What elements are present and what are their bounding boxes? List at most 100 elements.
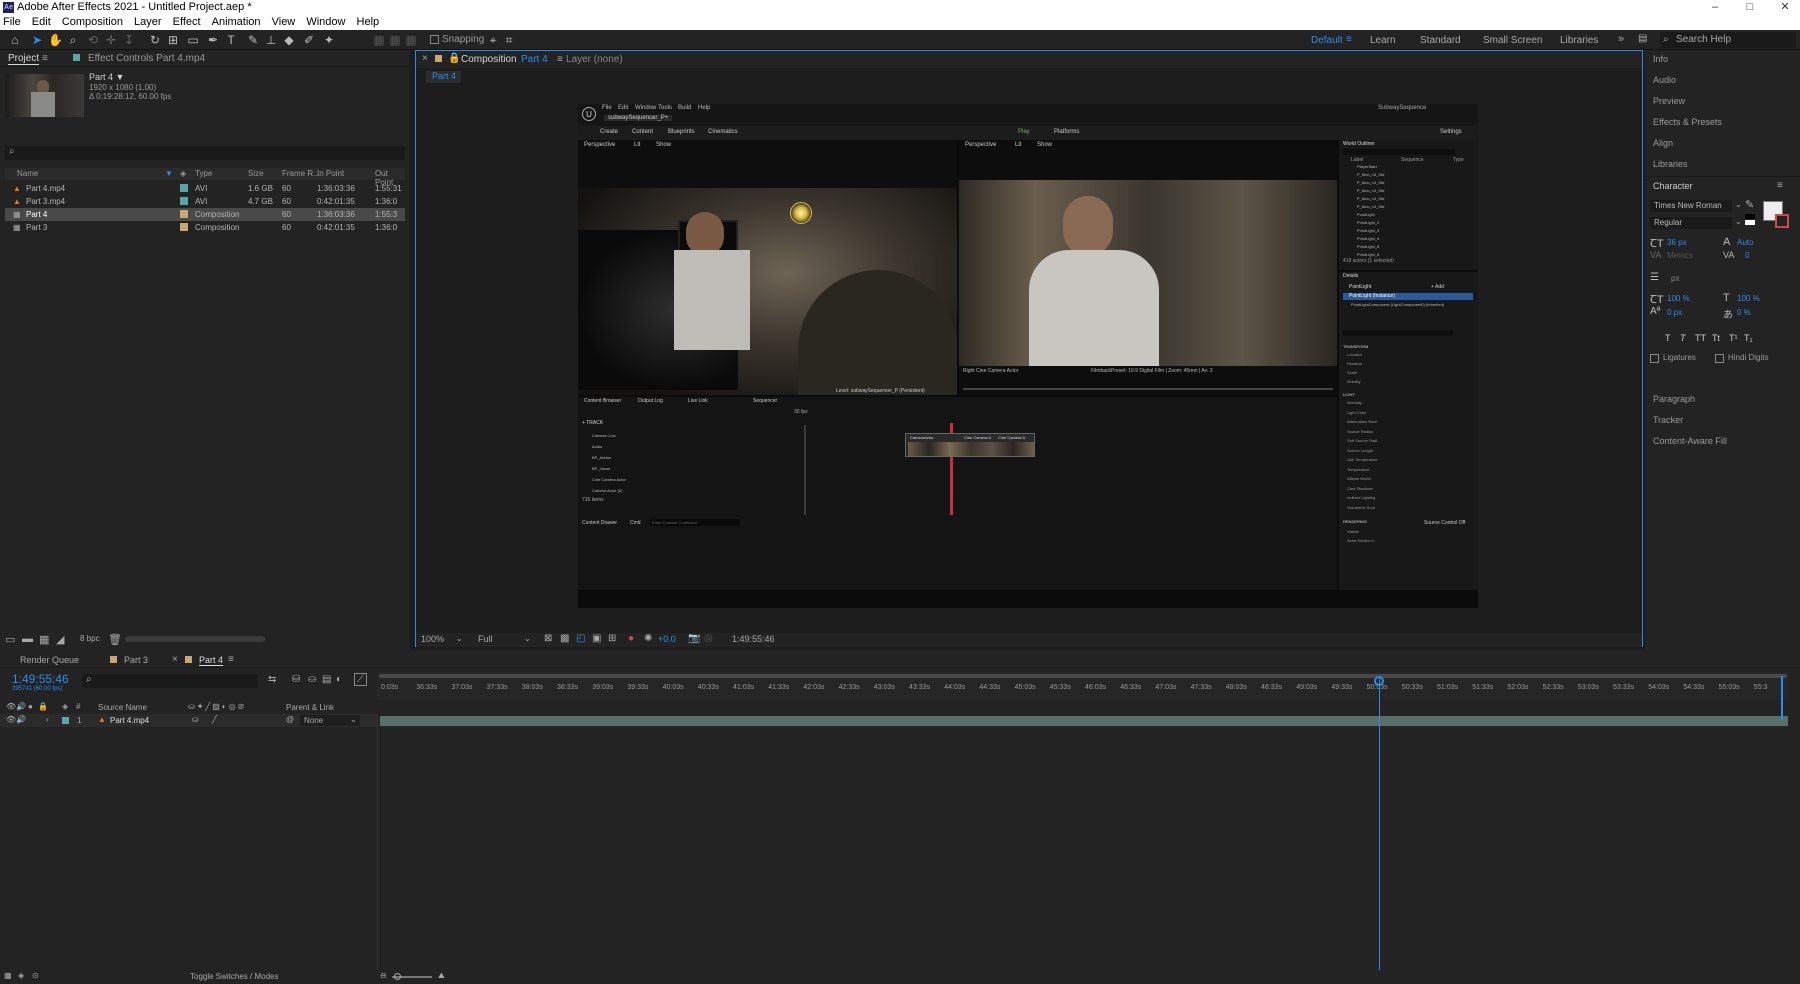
menu-layer[interactable]: Layer xyxy=(134,16,162,28)
stroke-width-value[interactable]: px xyxy=(1671,274,1679,283)
menu-window[interactable]: Window xyxy=(306,16,345,28)
tab-part4[interactable]: Part 4 xyxy=(199,655,224,666)
baseline-shift-value[interactable]: 0 px xyxy=(1667,308,1682,317)
layer-switches-toggle-icon[interactable]: ▦ xyxy=(4,971,12,980)
magnification-dropdown[interactable]: 100% xyxy=(421,634,444,644)
menu-effect[interactable]: Effect xyxy=(173,16,201,28)
tracking-value[interactable]: 0 xyxy=(1745,251,1749,260)
fast-preview-icon[interactable]: ⊠ xyxy=(544,633,552,644)
graph-editor-icon[interactable]: ⟋ xyxy=(354,673,367,686)
pen-tool-icon[interactable]: ✒ xyxy=(206,33,220,47)
project-row[interactable]: ▦ Part 3 Composition 60 0:42:01:35 1:36:… xyxy=(5,221,405,234)
quality-switch-icon[interactable]: ╱ xyxy=(212,715,217,724)
effects-presets-panel-header[interactable]: Effects & Presets xyxy=(1653,117,1722,127)
close-tab-icon[interactable]: × xyxy=(422,53,428,64)
menu-edit[interactable]: Edit xyxy=(32,16,51,28)
hand-tool-icon[interactable]: ✋ xyxy=(48,33,63,47)
tab-project[interactable]: Project xyxy=(8,53,40,65)
parent-link-column[interactable]: Parent & Link xyxy=(286,703,334,712)
close-button[interactable]: ✕ xyxy=(1770,0,1800,15)
draft-3d-icon[interactable]: ⛁ xyxy=(292,674,300,685)
new-composition-icon[interactable]: ▦ xyxy=(39,633,49,646)
adjust-settings-icon[interactable]: ◢ xyxy=(56,633,64,646)
type-tool-icon[interactable]: T xyxy=(224,33,238,47)
time-ruler[interactable]: 0:03s 36:33s 37:03s 37:33s 38:03s 38:33s 39:03… xyxy=(377,672,1789,700)
label-color-swatch[interactable] xyxy=(62,717,69,724)
axis-world-icon[interactable]: ▦ xyxy=(388,33,402,47)
pickwhip-icon[interactable]: @ xyxy=(286,715,294,724)
close-tab-icon[interactable]: × xyxy=(172,654,178,665)
project-row[interactable]: ▲ Part 3.mp4 AVI 4.7 GB 60 0:42:01:35 1:… xyxy=(5,195,405,208)
layer-switches-icons[interactable]: ⛀✦╱▨◐◎⊘ xyxy=(188,702,246,711)
workspace-default[interactable]: Default xyxy=(1311,35,1343,46)
shy-switch-icon[interactable]: ⛀ xyxy=(192,715,199,724)
column-size[interactable]: Size xyxy=(248,169,264,178)
font-family-dropdown[interactable]: Times New Roman xyxy=(1650,200,1732,212)
label-column-icon[interactable]: ◈ xyxy=(62,702,68,711)
workspace-libraries[interactable]: Libraries xyxy=(1560,35,1598,46)
lock-icon[interactable]: 🔒 xyxy=(448,53,460,64)
audio-panel-header[interactable]: Audio xyxy=(1653,75,1676,85)
viewer-timecode[interactable]: 1:49:55:46 xyxy=(732,634,775,644)
motion-blur-icon[interactable]: ◐ xyxy=(336,674,342,685)
chevron-down-icon[interactable]: ⌄ xyxy=(1735,200,1742,209)
trash-icon[interactable]: 🗑 xyxy=(108,633,122,646)
frame-blending-icon[interactable]: ▤ xyxy=(322,674,331,685)
tab-composition-label[interactable]: Composition xyxy=(461,54,517,65)
align-panel-header[interactable]: Align xyxy=(1653,138,1673,148)
label-column-icon[interactable]: ◈ xyxy=(180,169,186,178)
source-name-column[interactable]: Source Name xyxy=(98,703,147,712)
toggle-switches-modes[interactable]: Toggle Switches / Modes xyxy=(190,972,279,981)
tab-layer[interactable]: Layer (none) xyxy=(566,54,623,65)
layer-visibility-icon[interactable]: 👁 xyxy=(6,715,16,724)
interpret-footage-icon[interactable]: ▭ xyxy=(5,633,15,646)
video-switch-icon[interactable]: 👁 xyxy=(6,702,16,711)
all-caps-button[interactable]: TT xyxy=(1695,333,1706,343)
dolly-tool-icon[interactable]: ↧ xyxy=(122,33,136,47)
chevron-down-icon[interactable]: ⌄ xyxy=(456,634,463,643)
ligatures-checkbox[interactable] xyxy=(1650,354,1659,363)
panel-menu-icon[interactable]: ≡ xyxy=(228,654,234,665)
layer-number-icon[interactable]: # xyxy=(76,702,80,711)
faux-bold-button[interactable]: T xyxy=(1665,333,1671,343)
column-frame-rate[interactable]: Frame R... xyxy=(282,169,320,178)
label-color-swatch[interactable] xyxy=(180,197,188,205)
puppet-tool-icon[interactable]: ✦ xyxy=(322,33,336,47)
menu-composition[interactable]: Composition xyxy=(62,16,123,28)
axis-local-icon[interactable]: ▦ xyxy=(372,33,386,47)
eyedropper-icon[interactable]: ✎ xyxy=(1745,198,1754,211)
character-panel-title[interactable]: Character xyxy=(1653,181,1693,191)
panel-menu-icon[interactable]: ≡ xyxy=(557,54,563,65)
panel-menu-icon[interactable]: ≡ xyxy=(1777,180,1783,191)
layer-name[interactable]: Part 4.mp4 xyxy=(110,716,149,725)
selection-tool-icon[interactable]: ➤ xyxy=(30,33,44,47)
new-folder-icon[interactable]: ▬ xyxy=(22,633,33,645)
label-color-swatch[interactable] xyxy=(180,223,188,231)
rotate-tool-icon[interactable]: ↻ xyxy=(148,33,162,47)
grid-guides-icon[interactable]: ⊞ xyxy=(608,633,616,644)
project-row[interactable]: ▲ Part 4.mp4 AVI 1.6 GB 60 1:36:03:36 1:… xyxy=(5,182,405,195)
layer-audio-icon[interactable]: 🔊 xyxy=(16,715,26,724)
vertical-scale-value[interactable]: 100 % xyxy=(1667,294,1690,303)
column-type[interactable]: Type xyxy=(195,169,212,178)
region-of-interest-icon[interactable]: ▣ xyxy=(592,633,601,644)
tab-render-queue[interactable]: Render Queue xyxy=(20,655,79,665)
exposure-value[interactable]: +0.0 xyxy=(658,634,676,644)
solo-switch-icon[interactable]: ● xyxy=(28,702,33,711)
composition-viewer[interactable]: U File Edit Window Tools Build Help subw… xyxy=(578,104,1478,608)
leading-value[interactable]: Auto xyxy=(1737,238,1753,247)
column-in-point[interactable]: In Point xyxy=(317,169,344,178)
content-aware-fill-panel-header[interactable]: Content-Aware Fill xyxy=(1653,436,1727,446)
layer-duration-bar[interactable] xyxy=(380,716,1788,726)
workspace-menu-icon[interactable]: ≡ xyxy=(1346,34,1352,45)
mask-visibility-icon[interactable]: ◰ xyxy=(576,633,585,644)
zoom-out-icon[interactable]: ⊖ xyxy=(380,971,387,980)
workspace-learn[interactable]: Learn xyxy=(1370,35,1396,46)
eraser-tool-icon[interactable]: ◆ xyxy=(282,33,296,47)
chevron-down-icon[interactable]: ⌄ xyxy=(524,634,531,643)
thumbnail-scroll[interactable] xyxy=(125,636,265,642)
libraries-panel-header[interactable]: Libraries xyxy=(1653,159,1688,169)
project-search-input[interactable]: ⌕ xyxy=(5,146,405,160)
superscript-button[interactable]: T¹ xyxy=(1729,333,1738,343)
in-out-toggle-icon[interactable]: ⊙ xyxy=(32,971,39,980)
